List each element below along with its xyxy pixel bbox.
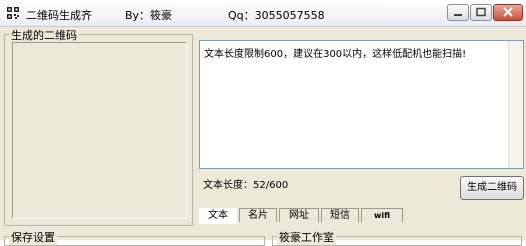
qr-group-title: 生成的二维码	[9, 27, 79, 43]
app-title: 二维码生成齐	[26, 9, 92, 22]
text-input-value: 文本长度限制600，建议在300以内，这样低配机也能扫描!	[204, 49, 467, 60]
tab-sms[interactable]: 短信	[321, 208, 359, 222]
studio-title: 筱豪工作室	[277, 229, 336, 245]
close-icon	[503, 7, 513, 17]
qq-label: Qq：3055057558	[228, 9, 325, 22]
tab-card[interactable]: 名片	[239, 208, 277, 222]
app-window: 二维码生成齐 By：筱豪 Qq：3055057558 生成的二维码 文本长度限制…	[0, 0, 526, 246]
tab-wifi[interactable]: wifi	[361, 208, 403, 222]
title-bar[interactable]: 二维码生成齐 By：筱豪 Qq：3055057558	[0, 0, 526, 27]
minimize-button[interactable]	[447, 4, 469, 21]
qr-app-icon	[6, 6, 20, 20]
generate-qr-button[interactable]: 生成二维码	[460, 176, 524, 200]
maximize-button[interactable]	[470, 4, 492, 21]
minimize-icon	[454, 14, 462, 16]
save-settings-title: 保存设置	[9, 229, 57, 245]
text-input-scrollbar[interactable]	[508, 41, 523, 168]
tab-url[interactable]: 网址	[279, 208, 319, 222]
maximize-icon	[476, 7, 486, 17]
author-label: By：筱豪	[125, 9, 173, 22]
qr-code-display	[12, 42, 187, 219]
text-input[interactable]: 文本长度限制600，建议在300以内，这样低配机也能扫描!	[199, 40, 524, 169]
text-length-label: 文本长度：52/600	[203, 180, 289, 191]
close-button[interactable]	[493, 4, 523, 21]
tab-text[interactable]: 文本	[199, 208, 237, 224]
